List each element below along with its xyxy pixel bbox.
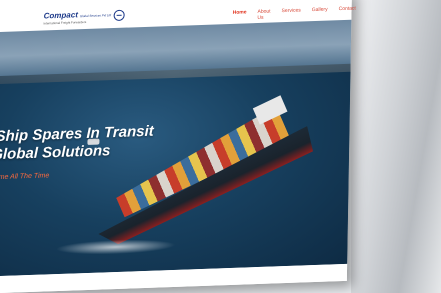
hero-banner: Ship Spares In Transit Global Solutions … xyxy=(0,19,352,277)
hero-text: Ship Spares In Transit Global Solutions … xyxy=(0,123,154,182)
nav-item-contact[interactable]: Contact xyxy=(338,6,356,19)
website-mockup: Compact Global Services Pvt Ltd Internati… xyxy=(0,0,356,293)
nav-item-gallery[interactable]: Gallery xyxy=(312,7,328,20)
brand-logo[interactable]: Compact Global Services Pvt Ltd Internati… xyxy=(44,9,126,25)
nav-item-home[interactable]: Home xyxy=(232,9,247,21)
nav-item-services[interactable]: Services xyxy=(281,7,301,20)
background-shadow xyxy=(351,0,441,293)
nav-item-about-us[interactable]: About Us xyxy=(257,9,270,21)
logo-text: Compact Global Services Pvt Ltd Internati… xyxy=(44,10,112,25)
hero-heading-line2: Global Solutions xyxy=(0,142,111,164)
globe-icon xyxy=(113,9,126,22)
